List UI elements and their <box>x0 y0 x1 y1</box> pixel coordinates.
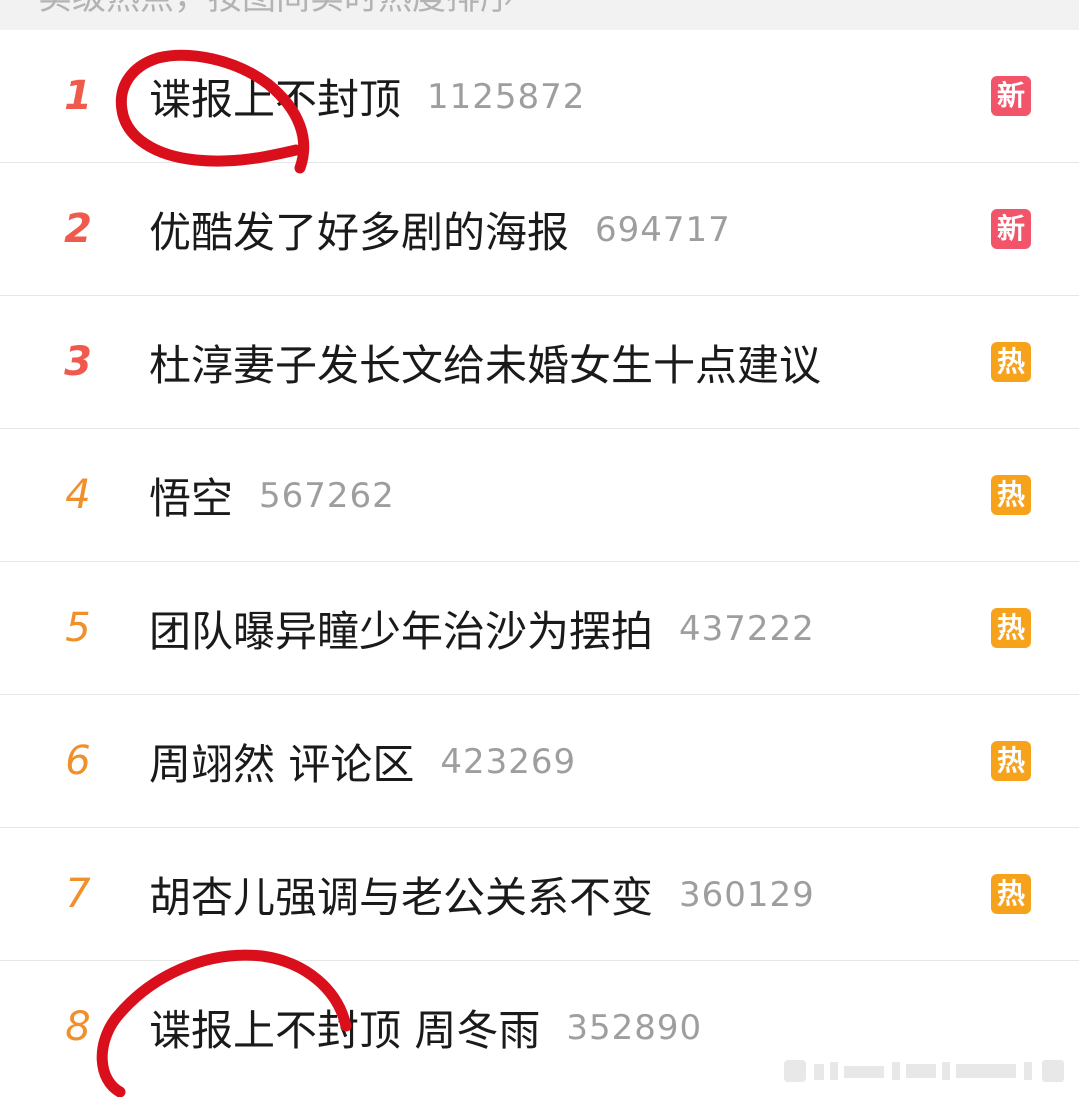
hot-badge: 热 <box>991 342 1031 382</box>
hot-search-list: 1 谍报上不封顶 1125872 新 2 优酷发了好多剧的海报 694717 新… <box>0 30 1079 1094</box>
heat-count: 352890 <box>566 1007 703 1048</box>
heat-count: 437222 <box>679 608 815 649</box>
watermark-bars-icon <box>784 1060 1064 1082</box>
list-item[interactable]: 2 优酷发了好多剧的海报 694717 新 <box>0 163 1079 296</box>
list-item[interactable]: 7 胡杏儿强调与老公关系不变 360129 热 <box>0 828 1079 961</box>
topic-title[interactable]: 胡杏儿强调与老公关系不变 <box>149 864 653 925</box>
hot-badge: 热 <box>991 608 1031 648</box>
section-header: 实级热点，按图间实时热度排序 <box>0 0 1079 30</box>
heat-count: 1125872 <box>427 76 586 117</box>
topic-title[interactable]: 周翊然 评论区 <box>149 731 414 792</box>
heat-count: 694717 <box>595 209 731 250</box>
hot-badge: 热 <box>991 874 1031 914</box>
list-item[interactable]: 1 谍报上不封顶 1125872 新 <box>0 30 1079 163</box>
new-badge: 新 <box>991 209 1031 249</box>
hot-badge: 热 <box>991 741 1031 781</box>
rank-number: 8 <box>65 1004 91 1050</box>
rank-number: 7 <box>65 871 91 917</box>
list-item[interactable]: 3 杜淳妻子发长文给未婚女生十点建议 热 <box>0 296 1079 429</box>
heat-count: 423269 <box>440 741 577 782</box>
rank-number: 6 <box>65 738 91 784</box>
heat-count: 360129 <box>679 874 815 915</box>
topic-title[interactable]: 谍报上不封顶 <box>149 66 401 127</box>
rank-number: 4 <box>65 472 91 518</box>
rank-number: 5 <box>65 605 91 651</box>
new-badge: 新 <box>991 76 1031 116</box>
topic-title[interactable]: 杜淳妻子发长文给未婚女生十点建议 <box>149 332 821 393</box>
topic-title[interactable]: 谍报上不封顶 周冬雨 <box>149 997 540 1058</box>
rank-number: 2 <box>64 206 92 252</box>
heat-count: 567262 <box>259 475 395 516</box>
section-header-text: 实级热点，按图间实时热度排序 <box>38 0 514 18</box>
hot-badge: 热 <box>991 475 1031 515</box>
list-item[interactable]: 4 悟空 567262 热 <box>0 429 1079 562</box>
rank-number: 3 <box>64 339 92 385</box>
rank-number: 1 <box>64 73 92 119</box>
topic-title[interactable]: 优酷发了好多剧的海报 <box>149 199 569 260</box>
topic-title[interactable]: 悟空 <box>149 465 233 526</box>
list-item[interactable]: 5 团队曝异瞳少年治沙为摆拍 437222 热 <box>0 562 1079 695</box>
topic-title[interactable]: 团队曝异瞳少年治沙为摆拍 <box>149 598 653 659</box>
list-item[interactable]: 6 周翊然 评论区 423269 热 <box>0 695 1079 828</box>
